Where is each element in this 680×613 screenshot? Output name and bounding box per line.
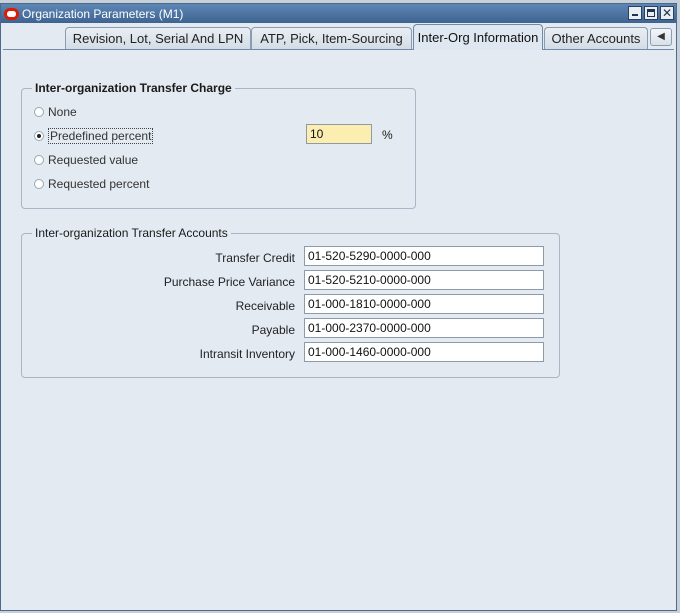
transfer-accounts-heading: Inter-organization Transfer Accounts [32,226,231,240]
radio-circle-icon[interactable] [34,155,44,165]
intransit-inventory-label: Intransit Inventory [199,347,295,361]
tab-strip: Revision, Lot, Serial And LPN ATP, Pick,… [1,23,676,50]
radio-requested-value[interactable]: Requested value [34,152,138,168]
tab-revision-lot-serial-lpn[interactable]: Revision, Lot, Serial And LPN [65,27,251,49]
organization-parameters-window: Organization Parameters (M1) ✕ Revision,… [0,3,677,611]
transfer-charge-group: Inter-organization Transfer Charge None … [21,81,416,209]
radio-none-label: None [48,105,77,119]
radio-requested-percent-label: Requested percent [48,177,150,191]
transfer-accounts-group: Inter-organization Transfer Accounts Tra… [21,226,560,378]
radio-predefined-percent-label: Predefined percent [48,128,154,144]
radio-none[interactable]: None [34,104,77,120]
radio-requested-percent[interactable]: Requested percent [34,176,149,192]
purchase-price-variance-input[interactable] [304,270,544,290]
transfer-credit-input[interactable] [304,246,544,266]
maximize-button[interactable] [644,6,658,20]
predefined-percent-input[interactable] [306,124,372,144]
radio-selected-icon[interactable] [34,131,44,141]
oracle-logo-icon [4,7,19,20]
intransit-inventory-input[interactable] [304,342,544,362]
radio-requested-value-label: Requested value [48,153,139,167]
transfer-credit-label: Transfer Credit [215,251,295,265]
title-bar[interactable]: Organization Parameters (M1) ✕ [1,4,676,23]
radio-circle-icon[interactable] [34,179,44,189]
payable-input[interactable] [304,318,544,338]
tab-inter-org-information[interactable]: Inter-Org Information [413,24,543,50]
transfer-charge-heading: Inter-organization Transfer Charge [32,81,235,95]
tab-content-panel: Inter-organization Transfer Charge None … [3,49,674,608]
tab-atp-pick-item-sourcing[interactable]: ATP, Pick, Item-Sourcing [251,27,412,49]
percent-unit-label: % [382,128,393,142]
radio-circle-icon[interactable] [34,107,44,117]
tab-other-accounts[interactable]: Other Accounts [544,27,648,49]
payable-label: Payable [251,323,295,337]
receivable-input[interactable] [304,294,544,314]
close-button[interactable]: ✕ [660,6,674,20]
radio-predefined-percent[interactable]: Predefined percent [34,128,154,144]
purchase-price-variance-label: Purchase Price Variance [163,275,295,289]
minimize-button[interactable] [628,6,642,20]
tab-scroll-left-button[interactable]: ◀ [650,28,672,46]
window-title: Organization Parameters (M1) [22,6,184,21]
receivable-label: Receivable [235,299,295,313]
